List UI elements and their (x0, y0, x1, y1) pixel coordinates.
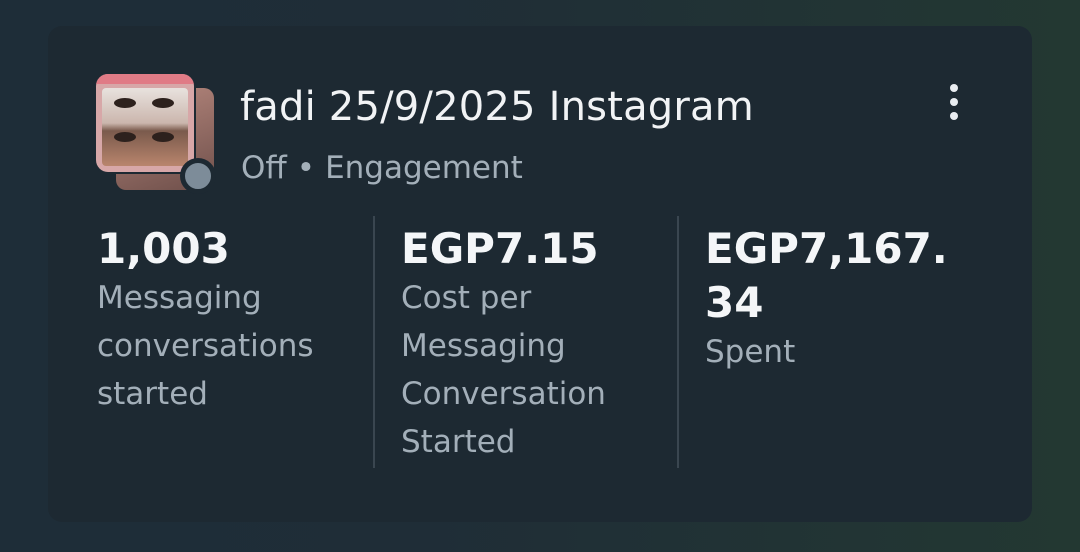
metric-value: 1,003 (97, 224, 230, 273)
metric-label: Cost per Messaging Conversation Started (401, 280, 606, 460)
metric-value: EGP7.15 (401, 224, 599, 273)
metric-value: EGP7,167.34 (705, 224, 948, 327)
campaign-subtitle: Off • Engagement (241, 150, 523, 186)
metric-spent: EGP7,167.34 Spent (705, 222, 975, 376)
campaign-card[interactable]: fadi 25/9/2025 Instagram Off • Engagement … (48, 26, 1032, 522)
campaign-status: Off (241, 150, 287, 186)
metric-messaging-conversations: 1,003 Messaging conversations started (97, 222, 367, 418)
campaign-objective: Engagement (325, 150, 523, 186)
metric-label: Spent (705, 334, 796, 370)
more-options-icon[interactable] (940, 82, 968, 126)
campaign-avatar (96, 74, 218, 194)
metric-divider (677, 216, 679, 468)
metric-cost-per-conversation: EGP7.15 Cost per Messaging Conversation … (401, 222, 671, 466)
metric-label: Messaging conversations started (97, 280, 314, 412)
status-dot-icon (180, 158, 216, 194)
campaign-title[interactable]: fadi 25/9/2025 Instagram (240, 84, 754, 130)
avatar-front-image (96, 74, 194, 172)
metric-divider (373, 216, 375, 468)
subtitle-separator: • (296, 150, 316, 186)
